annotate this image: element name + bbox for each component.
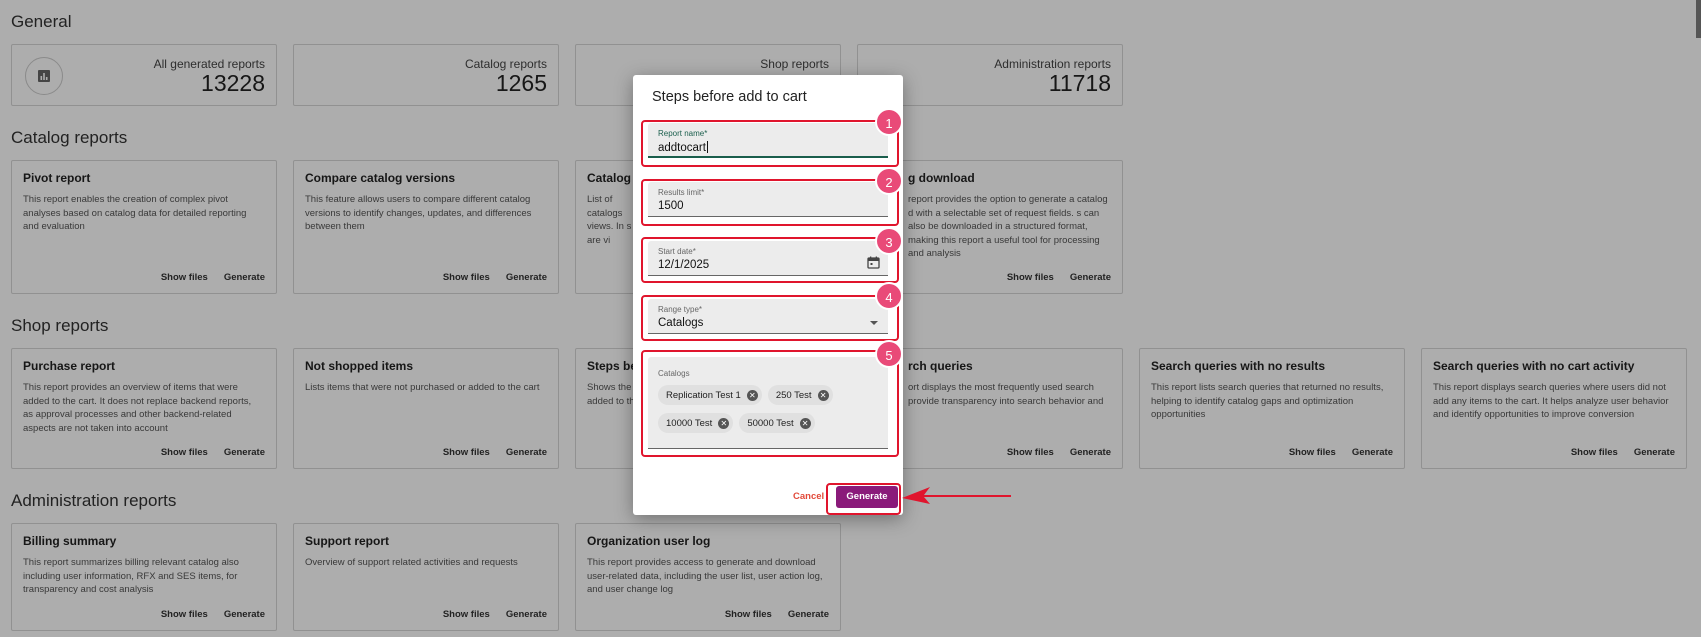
step-badge: 5 — [875, 340, 903, 368]
highlight-box — [641, 237, 899, 283]
highlight-box — [641, 295, 899, 341]
pointer-arrow-icon — [902, 487, 1011, 504]
scrollbar-thumb[interactable] — [1696, 0, 1701, 38]
step-badge: 4 — [875, 282, 903, 310]
highlight-box — [826, 483, 901, 515]
cancel-button[interactable]: Cancel — [793, 491, 824, 502]
dialog-title: Steps before add to cart — [652, 89, 807, 105]
step-badge: 3 — [875, 227, 903, 255]
step-badge: 2 — [875, 167, 903, 195]
step-badge: 1 — [875, 108, 903, 136]
highlight-box — [641, 350, 899, 457]
highlight-box — [641, 179, 899, 226]
highlight-box — [641, 120, 899, 167]
